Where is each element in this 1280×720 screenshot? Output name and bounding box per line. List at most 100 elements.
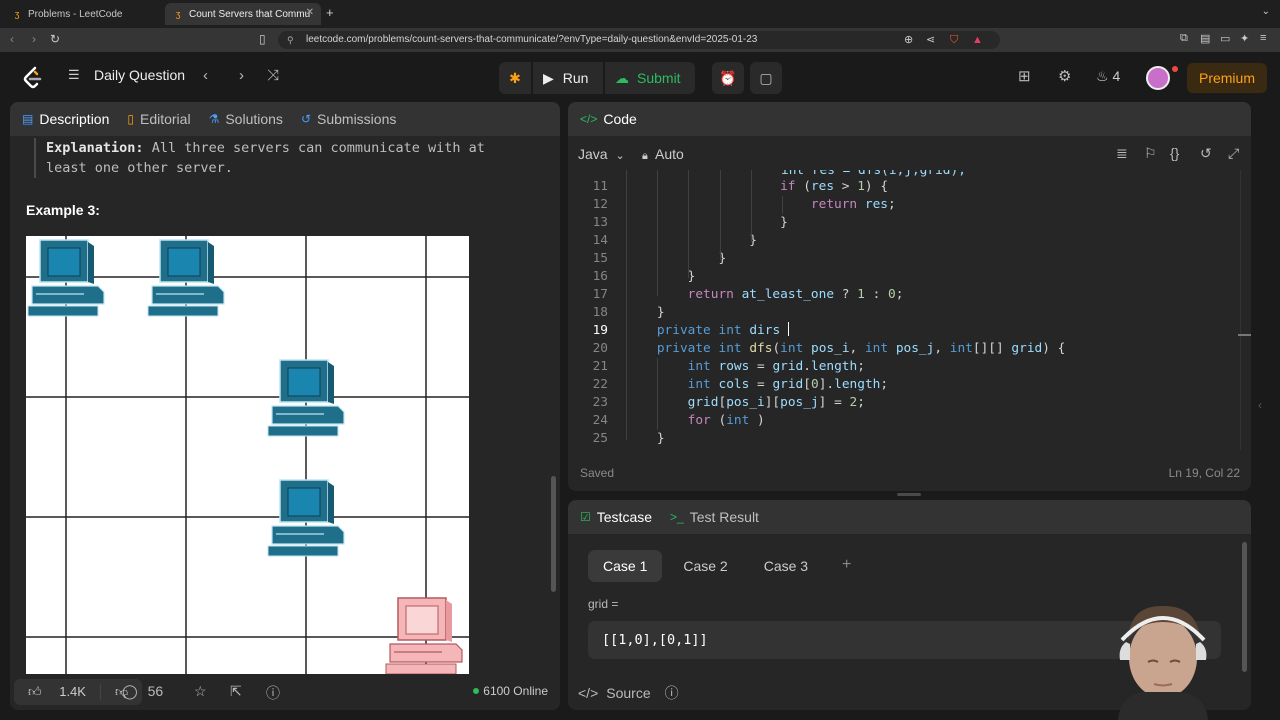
- like-button[interactable]: 👍︎ 1.4K: [14, 684, 100, 700]
- avatar[interactable]: [1146, 66, 1170, 90]
- close-tab-icon[interactable]: ✕: [306, 7, 314, 18]
- browser-tab-active[interactable]: ʒ Count Servers that Commu ✕: [165, 3, 321, 25]
- comment-icon: ◯: [122, 683, 138, 699]
- tab-label: Editorial: [139, 111, 191, 127]
- online-count: 6100 Online: [473, 684, 548, 698]
- reload-icon[interactable]: ↻: [50, 32, 60, 46]
- share-icon[interactable]: ⇱: [230, 683, 242, 700]
- testcase-scrollbar[interactable]: [1242, 542, 1247, 672]
- browser-address-row: ‹ › ↻ ▯ ⚲ leetcode.com/problems/count-se…: [0, 28, 1280, 52]
- tab-test-result[interactable]: >_ Test Result: [670, 509, 759, 525]
- line-number: 18: [592, 305, 608, 320]
- line-number: 23: [592, 395, 608, 410]
- line-number: 25: [592, 431, 608, 446]
- format-icon[interactable]: ≣: [1116, 145, 1128, 162]
- bug-icon: ✱: [509, 69, 521, 86]
- case-1-tab[interactable]: Case 1: [588, 550, 663, 582]
- auto-mode[interactable]: 🔒︎ Auto: [642, 146, 684, 163]
- run-submit-group: ✱ ▶ Run ☁ Submit: [499, 62, 695, 94]
- submit-button[interactable]: ☁ Submit: [605, 62, 695, 94]
- extensions-icon[interactable]: ⧉: [1180, 32, 1188, 45]
- book-icon: ▯: [127, 112, 134, 126]
- back-icon[interactable]: ‹: [10, 32, 14, 46]
- case-3-tab[interactable]: Case 3: [749, 550, 823, 582]
- streak-counter[interactable]: ♨ 4: [1096, 68, 1120, 85]
- language-select[interactable]: Java ⌄: [578, 146, 625, 162]
- explanation-block: Explanation: All three servers can commu…: [34, 138, 514, 178]
- settings-gear-icon[interactable]: ⚙: [1058, 67, 1071, 85]
- tab-submissions[interactable]: ↺ Submissions: [301, 111, 396, 127]
- source-button[interactable]: </> Source ⓘ: [578, 683, 679, 703]
- forward-icon[interactable]: ›: [32, 32, 36, 46]
- next-problem-icon[interactable]: ›: [239, 67, 244, 84]
- code-title: Code: [603, 111, 637, 127]
- new-tab-icon[interactable]: +: [326, 5, 334, 20]
- code-editor[interactable]: int res = dfs(i,j,grid); 11 if (res > 1)…: [568, 170, 1251, 453]
- prev-problem-icon[interactable]: ‹: [203, 67, 208, 84]
- online-dot: [473, 688, 480, 694]
- panel-resize-handle[interactable]: [897, 493, 921, 496]
- leo-icon[interactable]: ✦: [1240, 32, 1249, 45]
- tab-editorial[interactable]: ▯ Editorial: [127, 111, 190, 127]
- leetcode-logo-icon[interactable]: [22, 66, 44, 90]
- browser-tab-bar: ʒ Problems - LeetCode ʒ Count Servers th…: [0, 0, 1280, 28]
- timer-button[interactable]: ⏰: [712, 62, 744, 94]
- fullscreen-icon[interactable]: ⤢: [1228, 145, 1239, 162]
- browser-tab-title: Count Servers that Commu: [189, 8, 311, 20]
- notes-button[interactable]: ▢: [750, 62, 782, 94]
- tab-testcase[interactable]: ☑ Testcase: [580, 509, 652, 525]
- bookmark-icon[interactable]: ⚐: [1144, 145, 1157, 162]
- run-button[interactable]: ▶ Run: [533, 62, 603, 94]
- premium-button[interactable]: Premium: [1187, 63, 1267, 93]
- line-number: 13: [592, 215, 608, 230]
- input-label: grid =: [588, 597, 619, 611]
- bookmark-icon[interactable]: ▯: [259, 32, 266, 46]
- collapse-chevron-icon[interactable]: ‹: [1258, 398, 1262, 412]
- add-case-icon[interactable]: +: [842, 556, 851, 574]
- menu-icon[interactable]: ≡: [1260, 32, 1266, 44]
- tab-description[interactable]: ▤ Description: [22, 111, 109, 127]
- tab-code[interactable]: </> Code: [580, 111, 637, 127]
- daily-question-nav[interactable]: ☰ Daily Question: [68, 67, 185, 83]
- description-scrollbar[interactable]: [551, 476, 556, 592]
- browser-tab-problems[interactable]: ʒ Problems - LeetCode: [4, 3, 161, 25]
- comments-button[interactable]: ◯ 56: [122, 683, 163, 700]
- star-icon[interactable]: ☆: [194, 683, 207, 700]
- play-icon: ▶: [543, 69, 554, 86]
- help-icon: ⓘ: [664, 685, 679, 701]
- brave-shield-icon[interactable]: ⛉: [950, 31, 958, 49]
- site-info-icon[interactable]: ⚲: [287, 31, 294, 49]
- brave-rewards-icon[interactable]: ▲: [972, 31, 983, 49]
- url-field[interactable]: ⚲ leetcode.com/problems/count-servers-th…: [278, 31, 1000, 49]
- tab-solutions[interactable]: ⚗ Solutions: [209, 111, 283, 127]
- daily-question-label: Daily Question: [94, 67, 186, 83]
- editor-scrollbar[interactable]: [1240, 170, 1248, 450]
- debug-button[interactable]: ✱: [499, 62, 531, 94]
- shuffle-icon[interactable]: ⤨: [267, 67, 279, 84]
- terminal-icon: >_: [670, 510, 684, 524]
- explanation-label: Explanation:: [46, 140, 144, 156]
- braces-icon[interactable]: {}: [1170, 145, 1179, 161]
- tab-list-chevron-icon[interactable]: ⌄: [1262, 6, 1270, 17]
- tab-label: Submissions: [317, 111, 397, 127]
- case-2-tab[interactable]: Case 2: [668, 550, 742, 582]
- help-icon[interactable]: ⓘ: [266, 683, 280, 703]
- zoom-icon[interactable]: ⊕: [904, 31, 913, 49]
- description-tabs: ▤ Description ▯ Editorial ⚗ Solutions ↺ …: [10, 102, 560, 136]
- share-icon[interactable]: ⋖: [926, 31, 935, 49]
- chevron-down-icon: ⌄: [615, 150, 625, 162]
- description-panel: ▤ Description ▯ Editorial ⚗ Solutions ↺ …: [10, 102, 560, 710]
- lock-icon: 🔒︎: [642, 150, 648, 162]
- note-icon: ▢: [759, 69, 773, 86]
- line-number: 16: [592, 269, 608, 284]
- cursor-position: Ln 19, Col 22: [1168, 466, 1240, 480]
- sidebar-icon[interactable]: ▤: [1200, 32, 1210, 45]
- text-cursor: [787, 322, 789, 336]
- example-heading: Example 3:: [26, 202, 100, 218]
- layout-icon[interactable]: ⊞: [1018, 67, 1031, 85]
- fire-icon: ♨: [1096, 68, 1109, 84]
- reset-icon[interactable]: ↺: [1200, 145, 1212, 162]
- wallet-icon[interactable]: ▭: [1220, 32, 1230, 45]
- code-panel: </> Code Java ⌄ 🔒︎ Auto ≣ ⚐ {} ↺ ⤢ int r…: [568, 102, 1251, 491]
- line-number: 20: [592, 341, 608, 356]
